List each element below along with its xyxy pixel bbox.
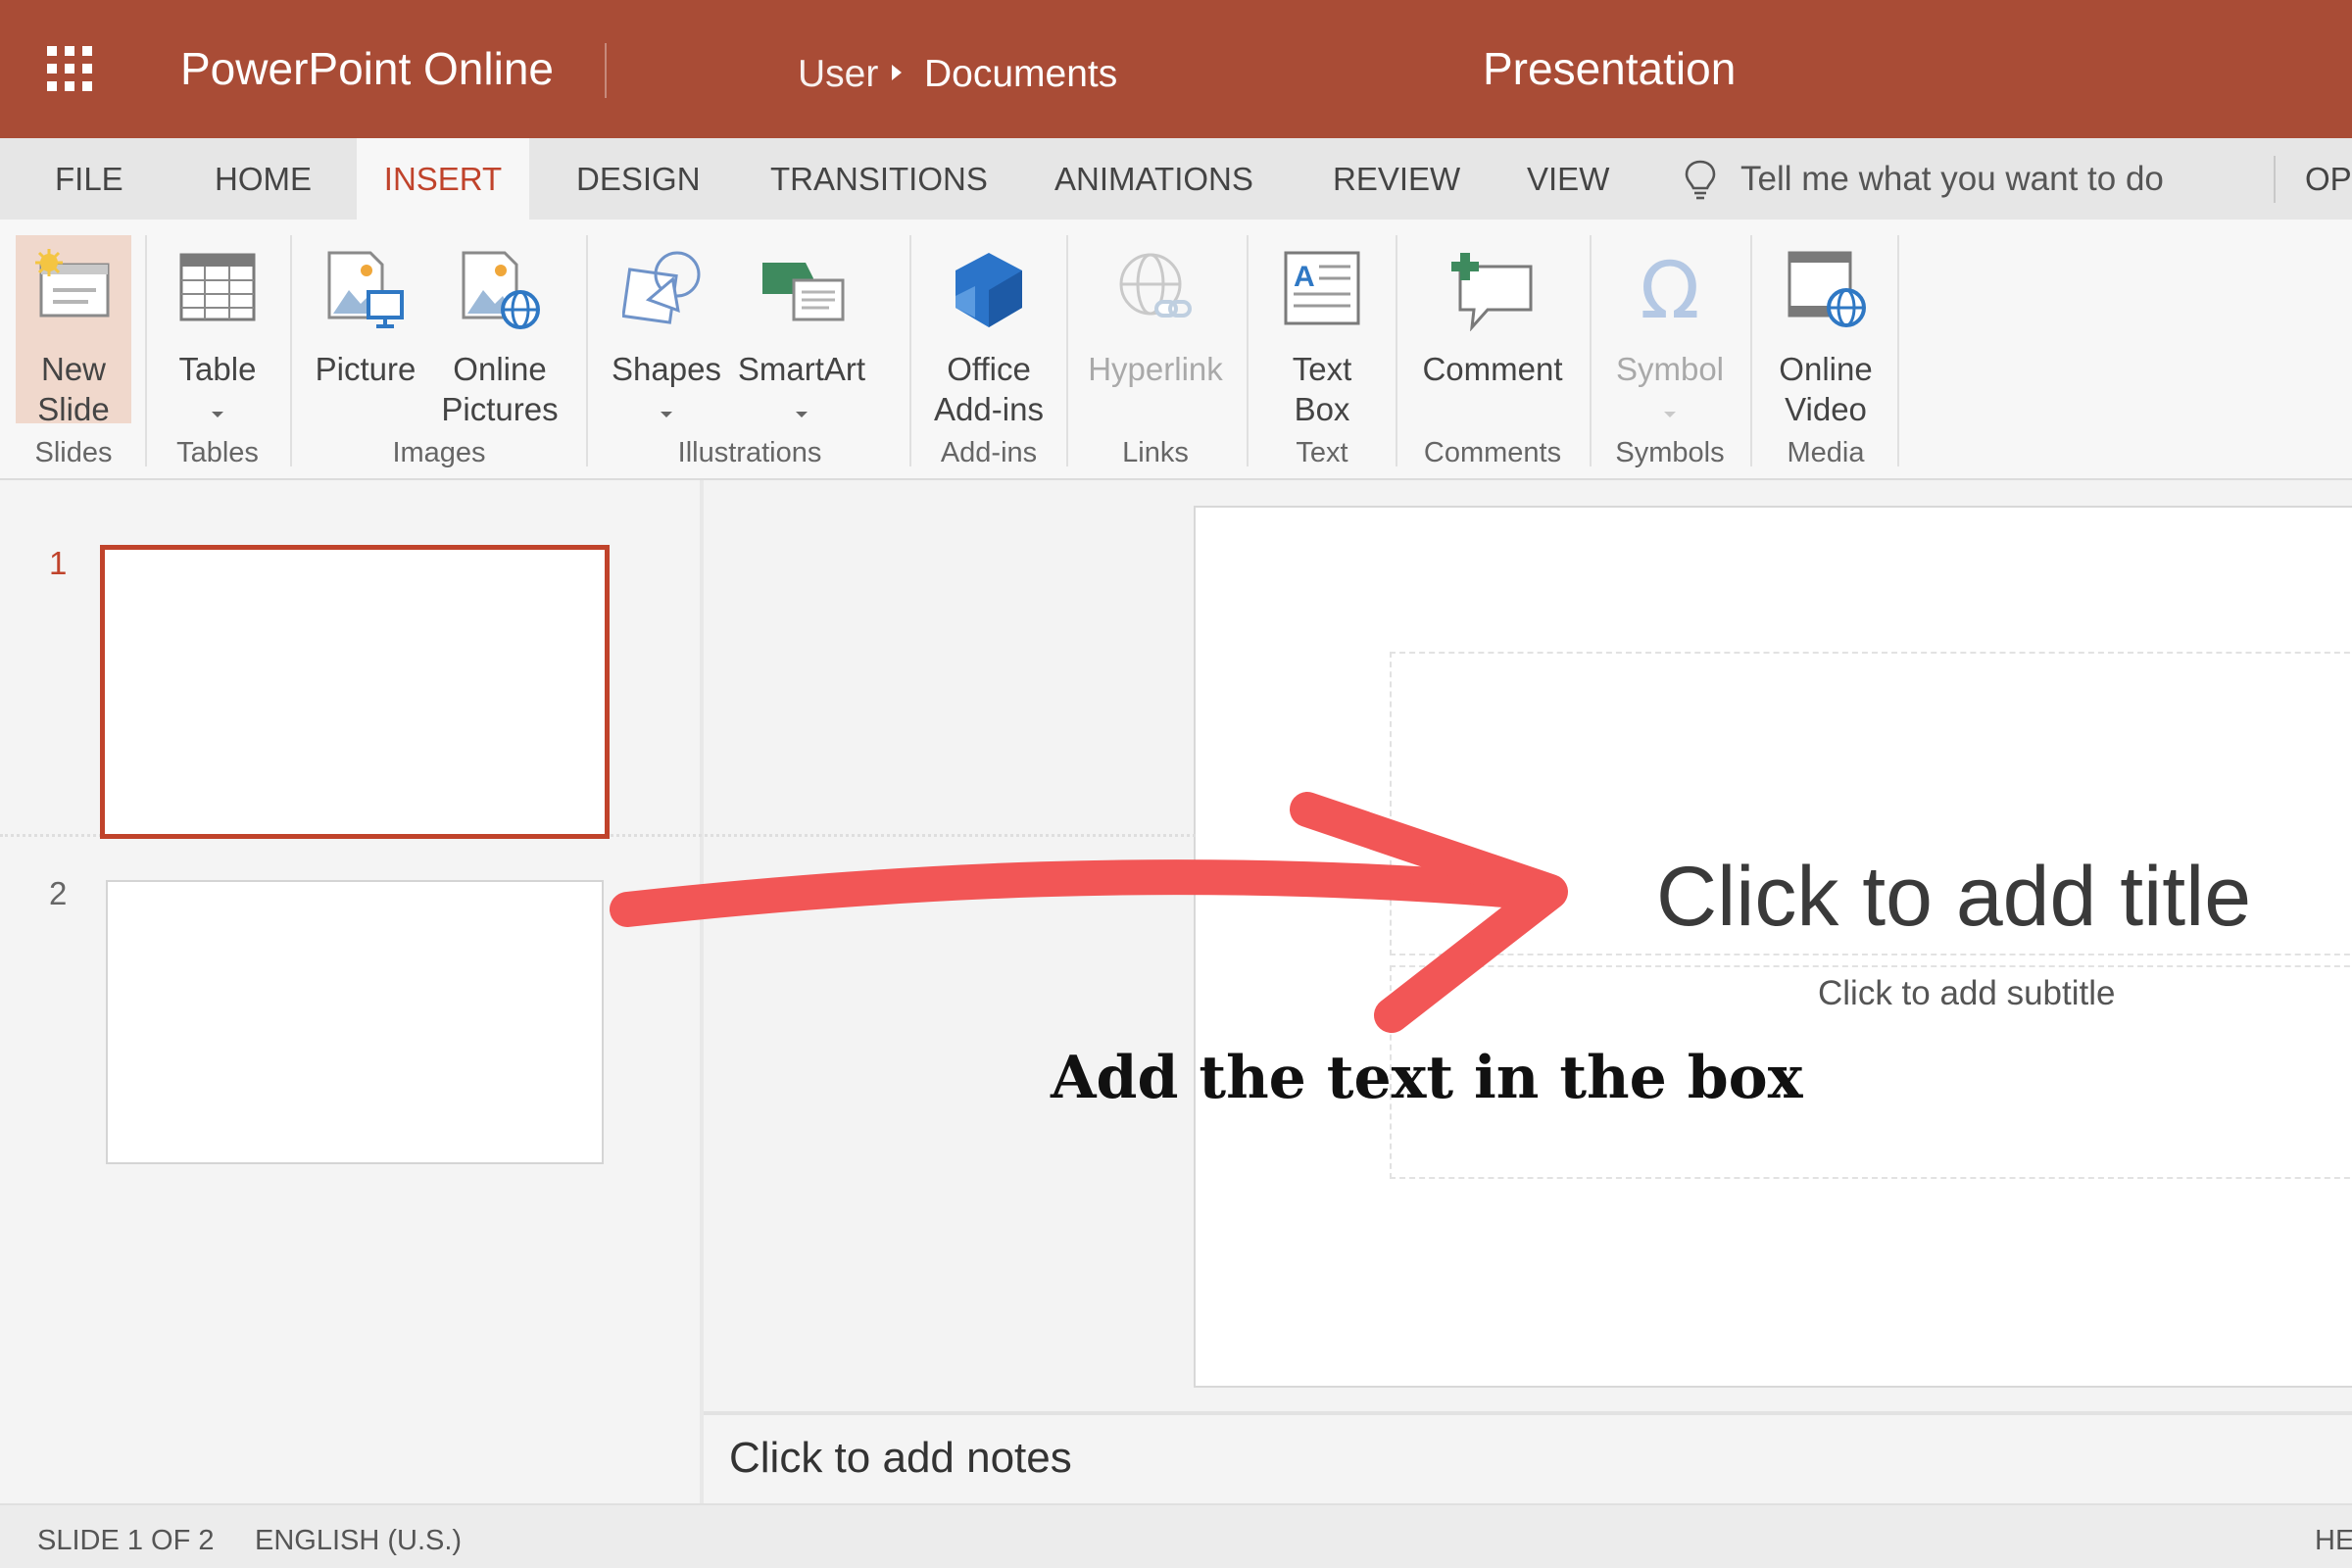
- table-icon: [179, 253, 256, 321]
- breadcrumb-chevron-icon: [892, 65, 902, 80]
- tab-review[interactable]: REVIEW: [1333, 138, 1460, 220]
- group-divider: [909, 235, 911, 466]
- picture-button[interactable]: Picture: [306, 235, 425, 423]
- group-divider: [1750, 235, 1752, 466]
- smartart-button[interactable]: SmartArt: [733, 235, 870, 423]
- tabs-divider: [2274, 156, 2276, 203]
- office-addins-label: Office Add-ins: [934, 351, 1044, 427]
- slide-number-1: 1: [49, 545, 68, 581]
- smartart-icon: [762, 263, 845, 321]
- lightbulb-icon[interactable]: [1684, 159, 1717, 202]
- comment-label: Comment: [1422, 351, 1563, 387]
- title-bar: PowerPoint Online User Documents Present…: [0, 0, 2352, 138]
- annotation-caption: Add the text in the box: [1051, 1044, 1803, 1112]
- ribbon-tabs: FILE HOME INSERT DESIGN TRANSITIONS ANIM…: [0, 138, 2352, 220]
- tab-home[interactable]: HOME: [215, 138, 312, 220]
- online-pictures-label: Online Pictures: [441, 351, 559, 427]
- slide-thumbnail-2[interactable]: [106, 880, 604, 1164]
- group-divider: [586, 235, 588, 466]
- tell-me-search[interactable]: Tell me what you want to do: [1740, 138, 2164, 220]
- chevron-down-icon: [796, 412, 808, 417]
- hyperlink-label: Hyperlink: [1088, 351, 1223, 387]
- group-divider: [1897, 235, 1899, 466]
- hyperlink-button: Hyperlink: [1082, 235, 1229, 423]
- app-launcher-icon[interactable]: [47, 46, 92, 91]
- notes-placeholder[interactable]: Click to add notes: [729, 1433, 1072, 1484]
- group-divider: [1066, 235, 1068, 466]
- group-links-label: Links: [1122, 437, 1189, 468]
- breadcrumb-documents[interactable]: Documents: [924, 51, 1117, 98]
- group-divider: [145, 235, 147, 466]
- svg-text:A: A: [1294, 261, 1315, 293]
- tab-animations[interactable]: ANIMATIONS: [1054, 138, 1253, 220]
- online-pictures-button[interactable]: Online Pictures: [427, 235, 572, 427]
- document-title[interactable]: Presentation: [1483, 41, 1736, 96]
- office-addins-icon: [956, 253, 1022, 327]
- online-video-button[interactable]: Online Video: [1764, 235, 1887, 427]
- language-status[interactable]: ENGLISH (U.S.): [255, 1525, 462, 1557]
- title-placeholder[interactable]: Click to add title: [1656, 848, 2251, 946]
- tab-view[interactable]: VIEW: [1527, 138, 1609, 220]
- new-slide-button[interactable]: New Slide: [16, 235, 131, 427]
- symbol-button: Ω Symbol: [1605, 235, 1735, 423]
- tab-design[interactable]: DESIGN: [576, 138, 701, 220]
- text-box-label: Text Box: [1292, 351, 1352, 427]
- table-label: Table: [178, 351, 257, 387]
- office-addins-button[interactable]: Office Add-ins: [927, 235, 1051, 427]
- tab-transitions[interactable]: TRANSITIONS: [770, 138, 988, 220]
- group-images-label: Images: [392, 437, 486, 468]
- text-box-icon: A: [1284, 251, 1360, 325]
- shapes-icon: [622, 251, 701, 324]
- group-slides-label: Slides: [34, 437, 113, 468]
- group-illustrations-label: Illustrations: [677, 437, 822, 468]
- group-divider: [1396, 235, 1397, 466]
- picture-label: Picture: [315, 351, 416, 387]
- picture-icon: [327, 251, 404, 328]
- title-divider: [605, 43, 607, 98]
- chevron-down-icon: [661, 412, 672, 417]
- help-status[interactable]: HE: [2315, 1525, 2352, 1557]
- group-addins-label: Add-ins: [940, 437, 1038, 468]
- svg-text:Ω: Ω: [1640, 249, 1699, 327]
- tab-file[interactable]: FILE: [55, 138, 123, 220]
- group-divider: [1590, 235, 1592, 466]
- group-tables-label: Tables: [176, 437, 259, 468]
- new-slide-label: New Slide: [37, 351, 110, 427]
- symbol-label: Symbol: [1615, 351, 1725, 387]
- online-video-label: Online Video: [1779, 351, 1873, 427]
- table-button[interactable]: Table: [163, 235, 272, 423]
- text-box-button[interactable]: A Text Box: [1264, 235, 1380, 427]
- shapes-label: Shapes: [612, 351, 721, 387]
- tab-open-in-desktop[interactable]: OP: [2305, 138, 2352, 220]
- group-comments-label: Comments: [1423, 437, 1562, 468]
- shapes-button[interactable]: Shapes: [608, 235, 725, 423]
- chevron-down-icon: [212, 412, 223, 417]
- slide-count-status: SLIDE 1 OF 2: [37, 1525, 215, 1556]
- group-text-label: Text: [1296, 437, 1348, 468]
- chevron-down-icon: [1664, 412, 1676, 417]
- smartart-label: SmartArt: [737, 351, 866, 387]
- group-symbols-label: Symbols: [1615, 437, 1725, 468]
- insert-ribbon: New Slide Slides Table Tables Picture On…: [0, 220, 2352, 480]
- tab-insert[interactable]: INSERT: [357, 138, 529, 220]
- group-divider: [1247, 235, 1249, 466]
- online-pictures-icon: [462, 251, 540, 329]
- online-video-icon: [1788, 251, 1866, 327]
- subtitle-placeholder[interactable]: Click to add subtitle: [1818, 972, 2115, 1015]
- hyperlink-icon: [1119, 253, 1192, 318]
- new-slide-icon: [35, 249, 110, 318]
- group-divider: [290, 235, 292, 466]
- omega-symbol-icon: Ω: [1640, 249, 1699, 327]
- comment-icon: [1451, 253, 1533, 331]
- group-media-label: Media: [1787, 437, 1865, 468]
- breadcrumb-user[interactable]: User: [798, 51, 878, 98]
- app-name[interactable]: PowerPoint Online: [180, 41, 554, 96]
- slide-number-2: 2: [49, 875, 68, 911]
- slide-thumbnail-1[interactable]: [100, 545, 610, 839]
- comment-button[interactable]: Comment: [1411, 235, 1574, 423]
